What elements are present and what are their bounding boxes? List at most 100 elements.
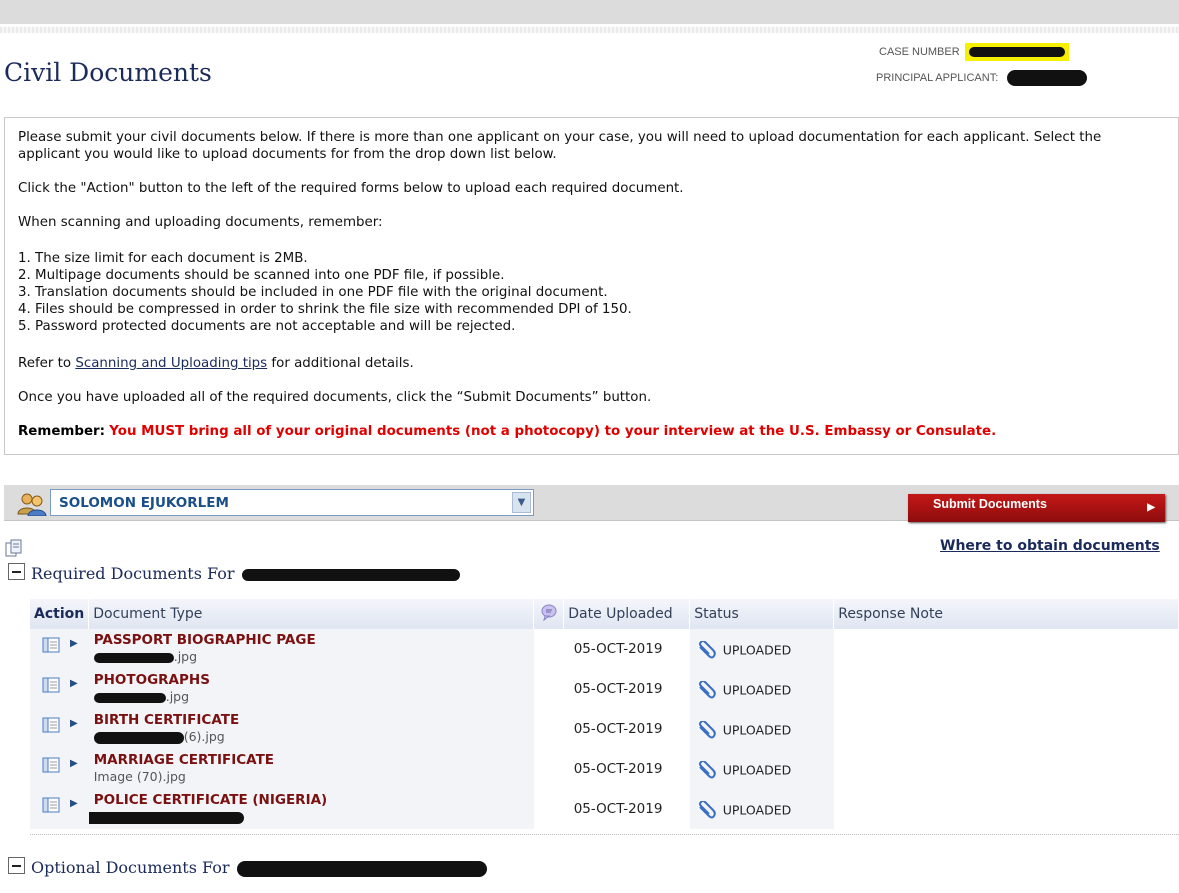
upload-status: UPLOADED	[722, 802, 792, 818]
remember-paragraph: Remember: You MUST bring all of your ori…	[18, 423, 1165, 440]
col-date-uploaded: Date Uploaded	[563, 599, 691, 629]
document-name: POLICE CERTIFICATE (NIGERIA)	[93, 792, 328, 808]
upload-rule: 3. Translation documents should be inclu…	[18, 285, 608, 300]
scanning-tips-link[interactable]: Scanning and Uploading tips	[75, 356, 267, 371]
copy-documents-icon[interactable]	[5, 539, 23, 557]
expand-arrow-icon[interactable]: ▶	[70, 718, 78, 729]
selected-applicant: SOLOMON EJUKORLEM	[59, 495, 229, 511]
document-type-cell: MARRIAGE CERTIFICATE Image (70).jpg	[88, 749, 534, 789]
expand-arrow-icon[interactable]: ▶	[70, 638, 78, 649]
optional-documents-header: Optional Documents For	[8, 857, 487, 877]
status-cell: UPLOADED	[689, 749, 834, 789]
uploaded-file-name: .jpg	[93, 649, 530, 664]
expand-arrow-icon[interactable]: ▶	[70, 678, 78, 689]
refer-paragraph: Refer to Scanning and Uploading tips for…	[18, 355, 1165, 372]
response-note-cell	[833, 669, 1179, 709]
expand-arrow-icon[interactable]: ▶	[70, 798, 78, 809]
submit-instruction: Once you have uploaded all of the requir…	[18, 390, 652, 405]
document-action-icon[interactable]	[42, 717, 60, 733]
upload-status: UPLOADED	[722, 642, 792, 658]
document-name: PASSPORT BIOGRAPHIC PAGE	[93, 632, 316, 648]
document-name: PHOTOGRAPHS	[93, 672, 210, 688]
upload-status: UPLOADED	[722, 682, 792, 698]
document-name: BIRTH CERTIFICATE	[93, 712, 240, 728]
table-header-row: Action Document Type Date Uploaded Statu…	[30, 599, 1179, 629]
required-documents-table: Action Document Type Date Uploaded Statu…	[30, 599, 1179, 829]
principal-applicant-row: PRINCIPAL APPLICANT:	[876, 70, 1179, 86]
action-cell[interactable]: ▶	[30, 749, 89, 789]
paperclip-icon	[698, 721, 716, 739]
uploaded-file-name: .jpg	[93, 689, 530, 704]
submit-documents-button[interactable]: Submit Documents ▶	[908, 494, 1165, 522]
paperclip-icon	[698, 681, 716, 699]
collapse-icon[interactable]	[8, 857, 25, 874]
upload-rule: 4. Files should be compressed in order t…	[18, 302, 632, 317]
document-type-cell: PHOTOGRAPHS .jpg	[88, 669, 534, 709]
table-row: ▶ POLICE CERTIFICATE (NIGERIA) 05-OCT-20…	[30, 789, 1179, 829]
instructions-panel: Please submit your civil documents below…	[4, 117, 1179, 455]
note-bubble-icon	[533, 599, 565, 629]
principal-applicant-label: PRINCIPAL APPLICANT:	[876, 71, 999, 84]
status-cell: UPLOADED	[689, 669, 834, 709]
col-action: Action	[30, 599, 90, 629]
date-uploaded: 05-OCT-2019	[573, 801, 663, 817]
document-type-cell: BIRTH CERTIFICATE (6).jpg	[88, 709, 534, 749]
upload-rule: 1. The size limit for each document is 2…	[18, 251, 308, 266]
col-response-note: Response Note	[833, 599, 1179, 629]
required-documents-title: Required Documents For	[31, 564, 235, 583]
paperclip-icon	[698, 641, 716, 659]
status-cell: UPLOADED	[689, 789, 834, 829]
case-number-row: CASE NUMBER	[879, 43, 1179, 61]
remember-warning: You MUST bring all of your original docu…	[109, 424, 997, 439]
date-uploaded: 05-OCT-2019	[573, 761, 663, 777]
date-uploaded: 05-OCT-2019	[573, 681, 663, 697]
paperclip-icon	[698, 801, 716, 819]
section-divider	[30, 834, 1179, 835]
case-number-label: CASE NUMBER	[879, 45, 960, 58]
page-title: Civil Documents	[4, 58, 212, 87]
applicant-name-redaction	[236, 860, 487, 877]
optional-documents-title: Optional Documents For	[31, 858, 230, 877]
upload-rule: 5. Password protected documents are not …	[18, 319, 516, 334]
applicant-dropdown[interactable]: SOLOMON EJUKORLEM ▼	[50, 489, 534, 516]
document-action-icon[interactable]	[42, 677, 60, 693]
uploaded-file-name: (6).jpg	[93, 729, 530, 744]
applicant-selector-bar: SOLOMON EJUKORLEM ▼ Submit Documents ▶	[4, 485, 1179, 522]
top-stripe	[0, 27, 1179, 33]
refer-prefix: Refer to	[18, 356, 76, 371]
expand-arrow-icon[interactable]: ▶	[70, 758, 78, 769]
response-note-cell	[833, 709, 1179, 749]
applicant-name-redaction	[241, 568, 460, 581]
col-status: Status	[689, 599, 835, 629]
document-action-icon[interactable]	[42, 797, 60, 813]
document-action-icon[interactable]	[42, 757, 60, 773]
browser-top-bar	[0, 0, 1179, 24]
principal-applicant-redaction	[1007, 70, 1088, 86]
uploaded-file-name: Image (70).jpg	[93, 769, 186, 784]
where-to-obtain-link[interactable]: Where to obtain documents	[940, 538, 1160, 554]
action-cell[interactable]: ▶	[30, 629, 89, 669]
document-type-cell: PASSPORT BIOGRAPHIC PAGE .jpg	[88, 629, 534, 669]
paperclip-icon	[698, 761, 716, 779]
collapse-icon[interactable]	[8, 563, 25, 580]
date-uploaded: 05-OCT-2019	[573, 721, 663, 737]
table-row: ▶ MARRIAGE CERTIFICATE Image (70).jpg 05…	[30, 749, 1179, 789]
applicants-icon	[17, 493, 47, 516]
status-cell: UPLOADED	[689, 629, 834, 669]
table-row: ▶ PASSPORT BIOGRAPHIC PAGE .jpg 05-OCT-2…	[30, 629, 1179, 669]
action-cell[interactable]: ▶	[30, 709, 89, 749]
status-cell: UPLOADED	[689, 709, 834, 749]
action-cell[interactable]: ▶	[30, 669, 89, 709]
arrow-right-icon: ▶	[1147, 502, 1155, 513]
chevron-down-icon[interactable]: ▼	[512, 492, 531, 513]
action-cell[interactable]: ▶	[30, 789, 89, 829]
col-document-type: Document Type	[88, 599, 535, 629]
table-row: ▶ BIRTH CERTIFICATE (6).jpg 05-OCT-2019 …	[30, 709, 1179, 749]
upload-status: UPLOADED	[722, 722, 792, 738]
document-type-cell: POLICE CERTIFICATE (NIGERIA)	[73, 789, 534, 829]
document-action-icon[interactable]	[42, 637, 60, 653]
required-documents-header: Required Documents For	[8, 563, 460, 583]
case-number-redaction	[964, 43, 1069, 61]
response-note-cell	[833, 629, 1179, 669]
action-instruction: Click the "Action" button to the left of…	[18, 181, 684, 196]
